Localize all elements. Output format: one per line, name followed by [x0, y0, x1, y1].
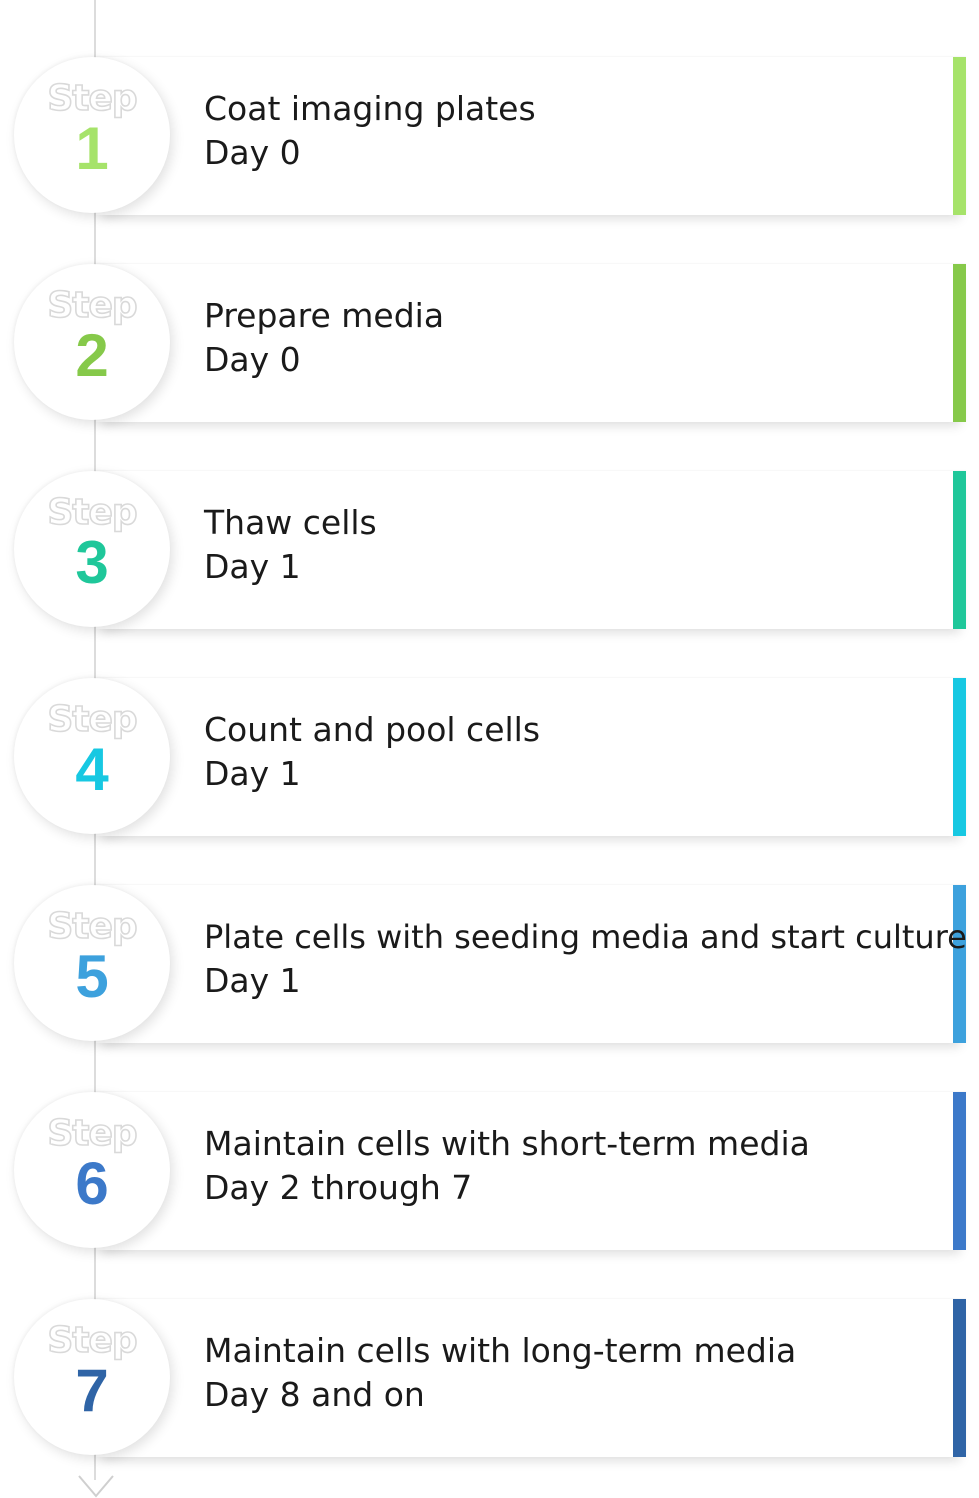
- step-title: Thaw cells: [204, 503, 377, 542]
- step-accent-bar: [953, 885, 966, 1043]
- protocol-timeline: Step 1 Coat imaging plates Day 0 Step 2 …: [0, 0, 979, 1498]
- step-title: Coat imaging plates: [204, 89, 536, 128]
- step-accent-bar: [953, 264, 966, 422]
- step-title: Count and pool cells: [204, 710, 541, 749]
- step-badge: Step 7: [14, 1299, 170, 1455]
- step-2: Step 2 Prepare media Day 0: [0, 264, 979, 424]
- step-accent-bar: [953, 57, 966, 215]
- step-badge: Step 3: [14, 471, 170, 627]
- step-badge: Step 4: [14, 678, 170, 834]
- step-day: Day 1: [204, 961, 301, 1000]
- step-day: Day 0: [204, 133, 301, 172]
- step-badge-number: 1: [75, 115, 109, 182]
- step-badge: Step 5: [14, 885, 170, 1041]
- step-title: Plate cells with seeding media and start…: [204, 918, 967, 956]
- step-day: Day 1: [204, 547, 301, 586]
- step-4: Step 4 Count and pool cells Day 1: [0, 678, 979, 838]
- step-badge-number: 4: [75, 736, 109, 803]
- step-badge: Step 2: [14, 264, 170, 420]
- step-badge-word: Step: [47, 492, 139, 534]
- step-6: Step 6 Maintain cells with short-term me…: [0, 1092, 979, 1252]
- step-badge-number: 7: [75, 1357, 109, 1424]
- step-badge-word: Step: [47, 1113, 139, 1155]
- step-title: Maintain cells with short-term media: [204, 1124, 810, 1163]
- step-title: Maintain cells with long-term media: [204, 1331, 797, 1370]
- step-accent-bar: [953, 471, 966, 629]
- step-badge-number: 2: [75, 322, 109, 389]
- step-accent-bar: [953, 1092, 966, 1250]
- step-day: Day 0: [204, 340, 301, 379]
- step-badge-word: Step: [47, 1320, 139, 1362]
- step-5: Step 5 Plate cells with seeding media an…: [0, 885, 979, 1045]
- step-7: Step 7 Maintain cells with long-term med…: [0, 1299, 979, 1459]
- step-accent-bar: [953, 1299, 966, 1457]
- step-badge-word: Step: [47, 78, 139, 120]
- step-1: Step 1 Coat imaging plates Day 0: [0, 57, 979, 217]
- step-badge-word: Step: [47, 285, 139, 327]
- step-badge-number: 6: [75, 1150, 109, 1217]
- step-badge-number: 3: [75, 529, 109, 596]
- down-arrow-icon: [78, 1475, 114, 1498]
- step-day: Day 1: [204, 754, 301, 793]
- step-day: Day 8 and on: [204, 1375, 425, 1414]
- step-badge-word: Step: [47, 906, 139, 948]
- step-badge-word: Step: [47, 699, 139, 741]
- step-3: Step 3 Thaw cells Day 1: [0, 471, 979, 631]
- step-day: Day 2 through 7: [204, 1168, 473, 1207]
- step-title: Prepare media: [204, 296, 445, 335]
- step-badge-number: 5: [75, 943, 109, 1010]
- step-accent-bar: [953, 678, 966, 836]
- step-badge: Step 6: [14, 1092, 170, 1248]
- step-badge: Step 1: [14, 57, 170, 213]
